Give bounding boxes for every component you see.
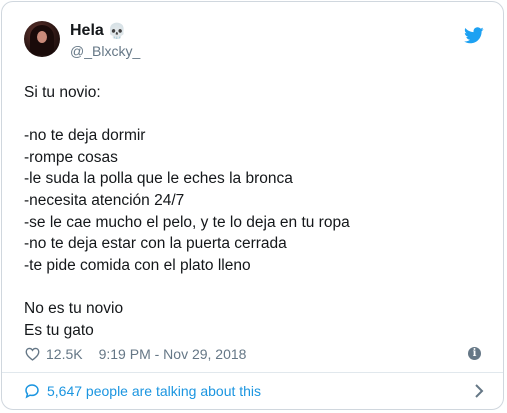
chevron-right-icon[interactable]: [474, 384, 484, 398]
tweet-card: Hela 💀 @_Blxcky_ Si tu novio: -no te dej…: [1, 1, 504, 410]
tweet-meta: 12.5K 9:19 PM - Nov 29, 2018: [25, 346, 246, 362]
info-icon[interactable]: i: [468, 347, 481, 360]
tweet-line: Es tu gato: [24, 321, 94, 339]
tweet-line: No es tu novio: [24, 299, 124, 317]
skull-emoji: 💀: [107, 22, 127, 40]
heart-icon[interactable]: [25, 347, 40, 361]
tweet-line: -te pide comida con el plato lleno: [24, 256, 251, 274]
tweet-line: -necesita atención 24/7: [24, 191, 185, 209]
tweet-line: -no te deja estar con la puerta cerrada: [24, 235, 287, 253]
author-display-name[interactable]: Hela: [70, 22, 104, 40]
author-name-row[interactable]: Hela 💀: [70, 21, 126, 41]
avatar[interactable]: [24, 21, 60, 57]
tweet-timestamp[interactable]: 9:19 PM - Nov 29, 2018: [99, 346, 247, 362]
tweet-line: -rompe cosas: [24, 148, 118, 166]
avatar-face: [37, 31, 47, 43]
like-count[interactable]: 12.5K: [46, 346, 83, 362]
speech-bubble-icon: [25, 384, 39, 399]
tweet-line: -no te deja dormir: [24, 127, 146, 145]
tweet-line: [24, 104, 484, 126]
tweet-line: [24, 276, 484, 298]
conversation-link[interactable]: 5,647 people are talking about this: [24, 373, 484, 409]
tweet-line: Si tu novio:: [24, 84, 101, 101]
tweet-line: -le suda la polla que le eches la bronca: [24, 170, 293, 188]
talking-count[interactable]: 5,647 people are talking about this: [47, 383, 261, 399]
tweet-text: Si tu novio: -no te deja dormir -rompe c…: [24, 82, 484, 341]
twitter-bird-icon[interactable]: [464, 27, 484, 44]
author-handle[interactable]: @_Blxcky_: [70, 43, 140, 59]
tweet-line: -se le cae mucho el pelo, y te lo deja e…: [24, 213, 350, 231]
